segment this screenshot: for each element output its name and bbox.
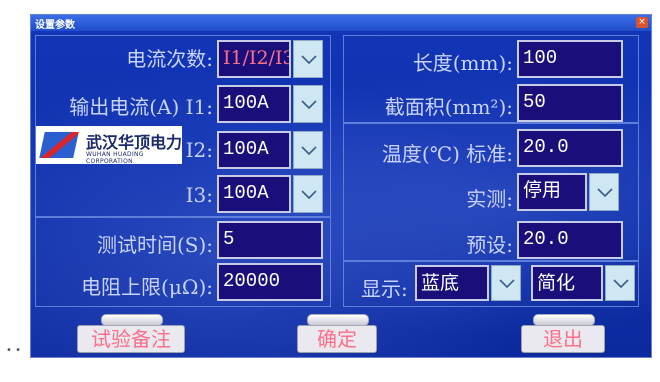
- chevron-down-icon: [301, 100, 317, 109]
- measured-dropdown[interactable]: [589, 173, 619, 211]
- resistance-limit-label: 电阻上限(μΩ):: [81, 275, 213, 299]
- chevron-down-icon: [301, 55, 317, 64]
- page-dots: • •: [6, 345, 21, 356]
- display-color-dropdown[interactable]: [491, 265, 521, 301]
- window-title: 设置参数: [35, 20, 75, 31]
- i1-field[interactable]: 100A: [217, 85, 291, 123]
- length-field[interactable]: 100: [517, 40, 623, 78]
- test-time-label: 测试时间(S):: [96, 233, 213, 257]
- i2-field[interactable]: 100A: [217, 131, 291, 169]
- button-cap: [307, 314, 369, 326]
- current-count-dropdown[interactable]: [293, 40, 323, 78]
- test-note-button[interactable]: 试验备注: [77, 314, 185, 353]
- title-bar: 设置参数 ×: [31, 15, 651, 31]
- area-field[interactable]: 50: [517, 84, 623, 122]
- resistance-limit-field[interactable]: 20000: [217, 263, 323, 301]
- button-cap: [533, 314, 595, 326]
- chevron-down-icon: [499, 279, 515, 288]
- display-mode-dropdown[interactable]: [605, 265, 635, 301]
- chevron-down-icon: [301, 190, 317, 199]
- i2-dropdown[interactable]: [293, 131, 323, 169]
- i3-label: I3:: [185, 183, 213, 207]
- display-mode-field[interactable]: 简化: [531, 265, 603, 301]
- exit-button[interactable]: 退出: [521, 314, 605, 353]
- current-count-field[interactable]: I1/I2/I3: [217, 40, 291, 78]
- chevron-down-icon: [597, 188, 613, 197]
- ok-button[interactable]: 确定: [297, 314, 377, 353]
- company-logo: 武汉华顶电力 WUHAN HUADING CORPORATION: [36, 126, 183, 165]
- chevron-down-icon: [613, 279, 629, 288]
- temperature-standard-field[interactable]: 20.0: [517, 129, 623, 167]
- logo-chinese-name: 武汉华顶电力: [86, 133, 183, 152]
- measured-field[interactable]: 停用: [517, 173, 587, 211]
- close-icon[interactable]: ×: [636, 17, 648, 28]
- output-current-label: 输出电流(A) I1:: [69, 95, 213, 119]
- settings-window: 设置参数 × 电流次数: I1/I2/I3 输出电流(A) I1: 100A I…: [30, 14, 652, 358]
- exit-button-label: 退出: [543, 327, 583, 351]
- display-label: 显示:: [361, 277, 408, 301]
- temperature-standard-label: 温度(℃) 标准:: [381, 142, 513, 166]
- i3-dropdown[interactable]: [293, 175, 323, 213]
- i3-field[interactable]: 100A: [217, 175, 291, 213]
- logo-english-name: WUHAN HUADING CORPORATION: [86, 151, 144, 165]
- ok-button-label: 确定: [317, 327, 357, 351]
- i2-label: I2:: [185, 138, 213, 162]
- logo-mark-icon: [39, 132, 79, 158]
- test-note-button-label: 试验备注: [91, 327, 171, 351]
- chevron-down-icon: [301, 146, 317, 155]
- area-label: 截面积(mm²):: [384, 95, 513, 119]
- preset-label: 预设:: [466, 233, 513, 257]
- current-count-label: 电流次数:: [126, 47, 213, 71]
- length-label: 长度(mm):: [412, 51, 513, 75]
- display-color-field[interactable]: 蓝底: [415, 265, 489, 301]
- i1-dropdown[interactable]: [293, 85, 323, 123]
- measured-label: 实测:: [466, 187, 513, 211]
- test-time-field[interactable]: 5: [217, 221, 323, 259]
- preset-field[interactable]: 20.0: [517, 221, 623, 259]
- button-cap: [101, 314, 163, 326]
